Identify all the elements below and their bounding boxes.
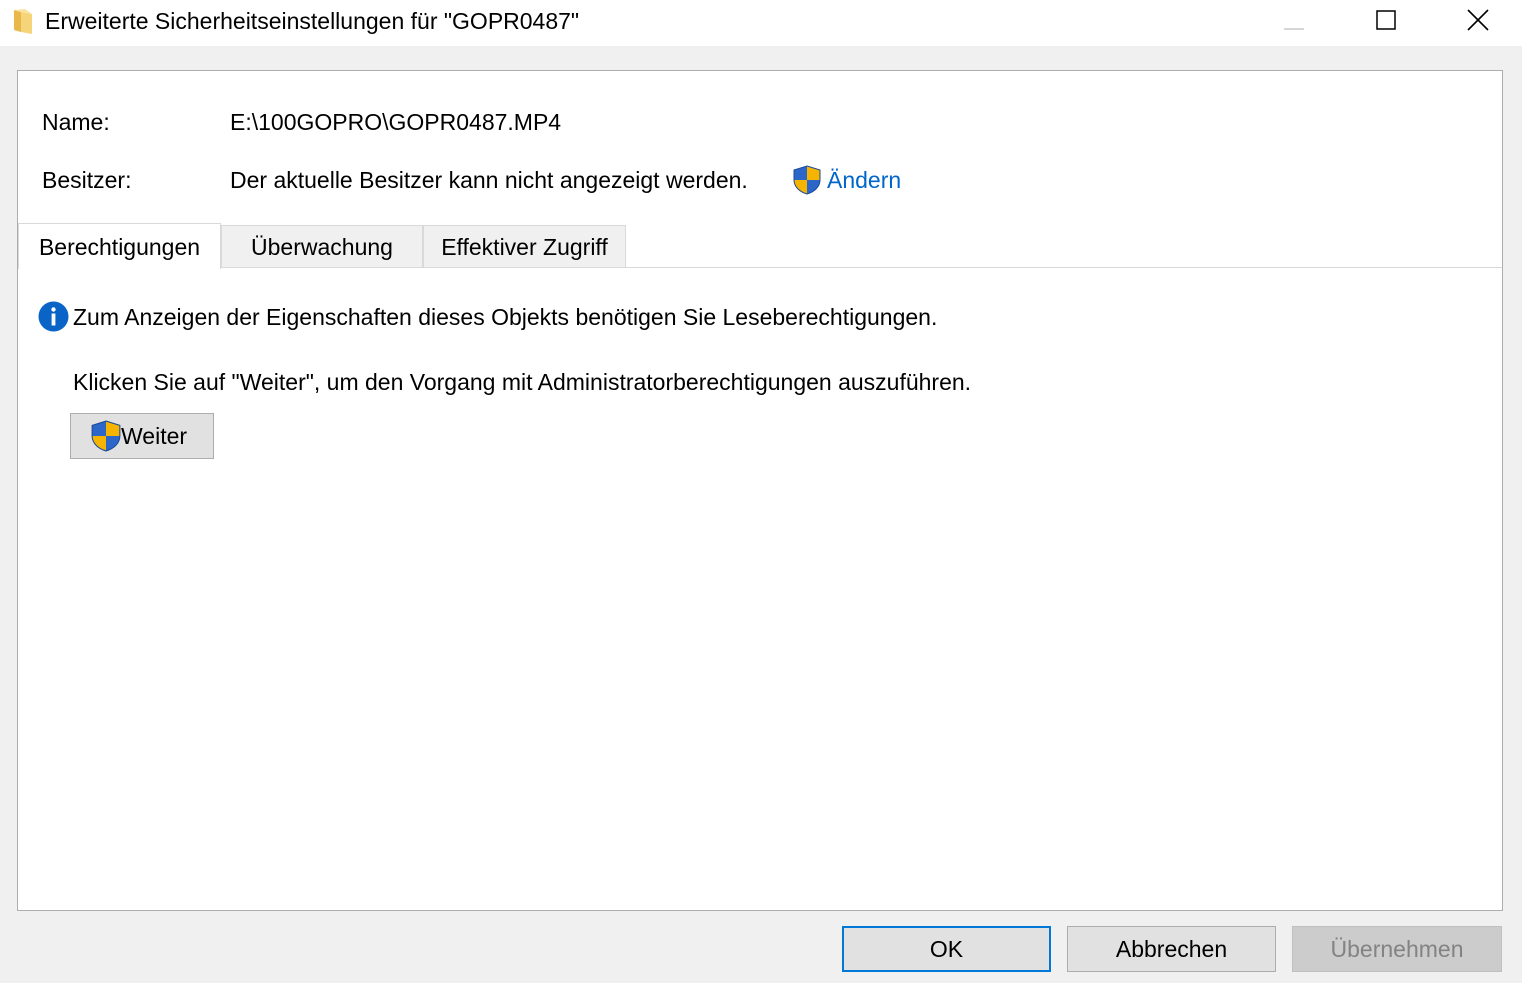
tab-auditing[interactable]: Überwachung [221, 225, 423, 267]
tab-effective-access[interactable]: Effektiver Zugriff [423, 225, 626, 267]
cancel-button-label: Abbrechen [1115, 936, 1228, 962]
uac-shield-icon [793, 165, 821, 195]
tab-auditing-label: Überwachung [251, 233, 393, 260]
name-label: Name: [42, 109, 110, 135]
ok-button[interactable]: OK [842, 926, 1051, 972]
change-owner-link[interactable]: Ändern [793, 164, 901, 196]
continue-hint: Klicken Sie auf "Weiter", um den Vorgang… [73, 369, 972, 395]
maximize-button[interactable] [1340, 0, 1432, 40]
info-icon [38, 301, 69, 332]
name-value: E:\100GOPRO\GOPR0487.MP4 [230, 109, 562, 135]
tab-permissions[interactable]: Berechtigungen [18, 223, 221, 269]
ok-button-label: OK [929, 936, 964, 962]
info-message: Zum Anzeigen der Eigenschaften dieses Ob… [38, 301, 937, 332]
folder-icon [14, 9, 32, 34]
continue-button[interactable]: Weiter [70, 413, 214, 459]
owner-label: Besitzer: [42, 167, 132, 193]
minimize-button[interactable] [1248, 0, 1340, 40]
window-title: Erweiterte Sicherheitseinstellungen für … [45, 8, 580, 34]
maximize-icon [1376, 10, 1396, 30]
owner-value: Der aktuelle Besitzer kann nicht angezei… [230, 167, 748, 193]
info-message-text: Zum Anzeigen der Eigenschaften dieses Ob… [73, 303, 938, 330]
cancel-button[interactable]: Abbrechen [1067, 926, 1276, 972]
uac-shield-icon [91, 420, 121, 452]
minimize-icon [1284, 28, 1304, 30]
title-bar: Erweiterte Sicherheitseinstellungen für … [0, 0, 1522, 46]
close-icon [1467, 9, 1489, 31]
tab-strip-divider [18, 267, 1502, 268]
continue-button-label: Weiter [121, 422, 188, 449]
change-owner-label: Ändern [827, 167, 902, 193]
settings-panel: Name: E:\100GOPRO\GOPR0487.MP4 Besitzer:… [17, 70, 1503, 911]
tab-permissions-label: Berechtigungen [38, 233, 201, 260]
tab-effective-access-label: Effektiver Zugriff [441, 233, 608, 260]
apply-button-label: Übernehmen [1330, 936, 1464, 962]
close-button[interactable] [1432, 0, 1522, 40]
advanced-security-dialog: Erweiterte Sicherheitseinstellungen für … [0, 0, 1522, 983]
apply-button[interactable]: Übernehmen [1292, 926, 1502, 972]
